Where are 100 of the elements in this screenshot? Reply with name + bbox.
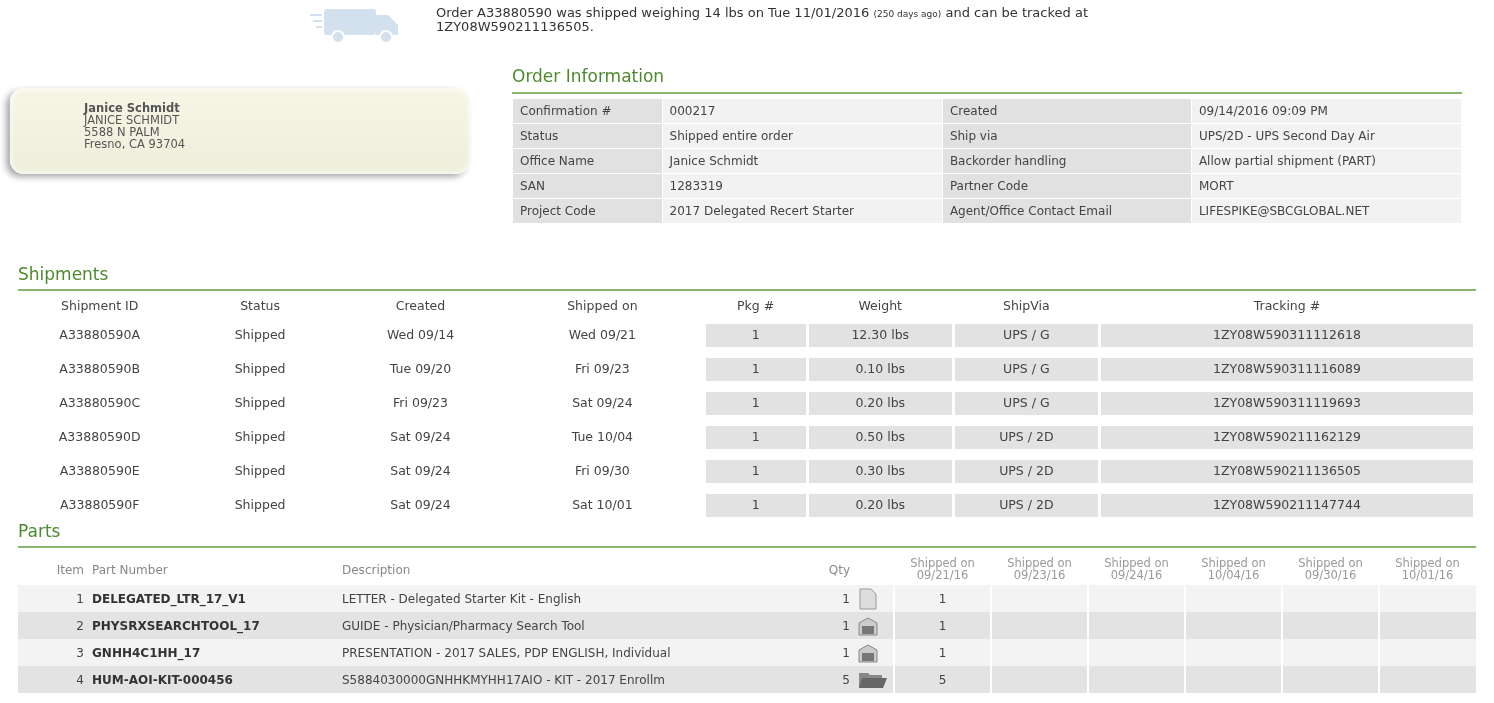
field-label: SAN <box>513 173 662 198</box>
field-value: 000217 <box>662 98 942 123</box>
table-cell: S5884030000GNHHKMYHH17AIO - KIT - 2017 Enrollm <box>338 666 794 694</box>
table-cell: 1 <box>705 459 806 483</box>
table-cell: 0.50 lbs <box>808 425 952 449</box>
table-cell: 1 <box>794 585 854 613</box>
column-header: Shipped on 09/24/16 <box>1088 552 1185 586</box>
table-cell: LETTER - Delegated Starter Kit - English <box>338 585 794 613</box>
table-cell-text: Tue 10/04 <box>570 427 635 446</box>
field-value: 09/14/2016 09:09 PM <box>1191 98 1461 123</box>
shipment-message: Order A33880590 was shipped weighing 14 lbs on Tue 11/01/2016 (250 days ago) and can be tracked at 1ZY08W590211136505. <box>436 6 1089 34</box>
field-value: 1283319 <box>662 173 942 198</box>
column-header: Created <box>394 297 447 315</box>
table-cell-text: Sat 09/24 <box>389 495 452 514</box>
table-cell: 1 <box>705 493 806 517</box>
column-header: Shipped on 09/21/16 <box>894 552 991 586</box>
field-label: Created <box>942 98 1191 123</box>
table-cell-text: Fri 09/23 <box>573 359 631 378</box>
section-title: Order Information <box>512 64 1462 94</box>
table-cell-text: Shipped <box>233 393 287 412</box>
field-value: Allow partial shipment (PART) <box>1191 148 1461 173</box>
table-cell-text: A33880590B <box>58 359 142 378</box>
field-value: UPS/2D - UPS Second Day Air <box>1191 123 1461 148</box>
table-cell: PRESENTATION - 2017 SALES, PDP ENGLISH, Individual <box>338 639 794 667</box>
field-value: Shipped entire order <box>662 123 942 148</box>
address-line: 5588 N PALM <box>84 126 160 139</box>
table-cell-text: Shipped <box>233 325 287 344</box>
table-cell: HUM-AOI-KIT-000456 <box>88 666 338 694</box>
table-cell: UPS / G <box>954 391 1098 415</box>
column-header: Shipped on 10/04/16 <box>1185 552 1282 586</box>
field-label: Confirmation # <box>513 98 662 123</box>
table-cell: 1 <box>705 391 806 415</box>
address-line: Fresno, CA 93704 <box>84 138 187 151</box>
column-header: Part Number <box>88 552 338 586</box>
column-header: Weight <box>857 297 904 315</box>
table-cell-text: A33880590F <box>59 495 141 514</box>
folder-icon <box>858 671 888 689</box>
column-header: Item <box>18 552 88 586</box>
field-label: Project Code <box>513 198 662 223</box>
column-header: Description <box>338 552 794 586</box>
column-header: Status <box>239 297 282 315</box>
document-icon <box>858 587 878 610</box>
table-cell: 1 <box>705 357 806 381</box>
table-cell: 1 <box>794 639 854 667</box>
column-header: Shipment ID <box>60 297 140 315</box>
column-header: Pkg # <box>736 297 776 315</box>
field-label: Backorder handling <box>942 148 1191 173</box>
column-header: Shipped on 09/30/16 <box>1282 552 1379 586</box>
warehouse-icon <box>858 642 878 663</box>
table-cell-text: Sat 09/24 <box>571 393 634 412</box>
table-cell-text: Sat 09/24 <box>389 461 452 480</box>
table-cell-text: Tue 09/20 <box>388 359 453 378</box>
table-cell: 5 <box>894 666 991 694</box>
table-cell: 1 <box>18 585 88 613</box>
field-label: Partner Code <box>942 173 1191 198</box>
table-cell: 1 <box>705 425 806 449</box>
section-title: Parts <box>18 518 1476 549</box>
table-cell-text: A33880590D <box>57 427 142 446</box>
table-cell: GNHH4C1HH_17 <box>88 639 338 667</box>
table-cell-text: Shipped <box>233 359 287 378</box>
column-header: ShipVia <box>1002 297 1051 315</box>
table-cell-text: A33880590C <box>58 393 142 412</box>
table-cell: 3 <box>18 639 88 667</box>
table-cell: 0.10 lbs <box>808 357 952 381</box>
field-label: Status <box>513 123 662 148</box>
column-header: Shipped on 10/01/16 <box>1379 552 1476 586</box>
table-cell: 1 <box>794 612 854 640</box>
field-value: Janice Schmidt <box>662 148 942 173</box>
tracking-link[interactable]: 1ZY08W590211136505 <box>436 18 590 34</box>
table-cell-text: A33880590A <box>58 325 142 344</box>
column-header: Qty <box>794 552 854 586</box>
table-cell-text: Fri 09/30 <box>573 461 631 480</box>
column-header: Shipped on 09/23/16 <box>991 552 1088 586</box>
table-cell-text: Shipped <box>233 427 287 446</box>
section-title: Shipments <box>18 261 1476 291</box>
address-line: JANICE SCHMIDT <box>84 114 181 127</box>
table-cell-text: Wed 09/14 <box>385 325 456 344</box>
field-value: MORT <box>1191 173 1461 198</box>
table-cell: 0.20 lbs <box>808 493 952 517</box>
table-cell: 0.20 lbs <box>808 391 952 415</box>
table-cell: UPS / 2D <box>954 425 1098 449</box>
table-cell-text: Shipped <box>233 495 287 514</box>
address-line: Janice Schmidt <box>84 102 181 115</box>
column-header: Shipped on <box>566 297 639 315</box>
table-cell: 5 <box>794 666 854 694</box>
column-header: Tracking # <box>1252 297 1322 315</box>
table-cell-text: Wed 09/21 <box>567 325 637 344</box>
table-cell: UPS / G <box>954 357 1098 381</box>
table-cell: 12.30 lbs <box>808 323 952 347</box>
table-cell: 4 <box>18 666 88 694</box>
table-cell: PHYSRXSEARCHTOOL_17 <box>88 612 338 640</box>
table-cell: DELEGATED_LTR_17_V1 <box>88 585 338 613</box>
field-value: LIFESPIKE@SBCGLOBAL.NET <box>1191 198 1461 223</box>
table-cell-text: Shipped <box>233 461 287 480</box>
field-label: Ship via <box>942 123 1191 148</box>
table-cell: 2 <box>18 612 88 640</box>
table-cell: 0.30 lbs <box>808 459 952 483</box>
table-cell-text: A33880590E <box>58 461 141 480</box>
table-cell-text: Sat 10/01 <box>571 495 634 514</box>
table-cell-text: Sat 09/24 <box>389 427 452 446</box>
